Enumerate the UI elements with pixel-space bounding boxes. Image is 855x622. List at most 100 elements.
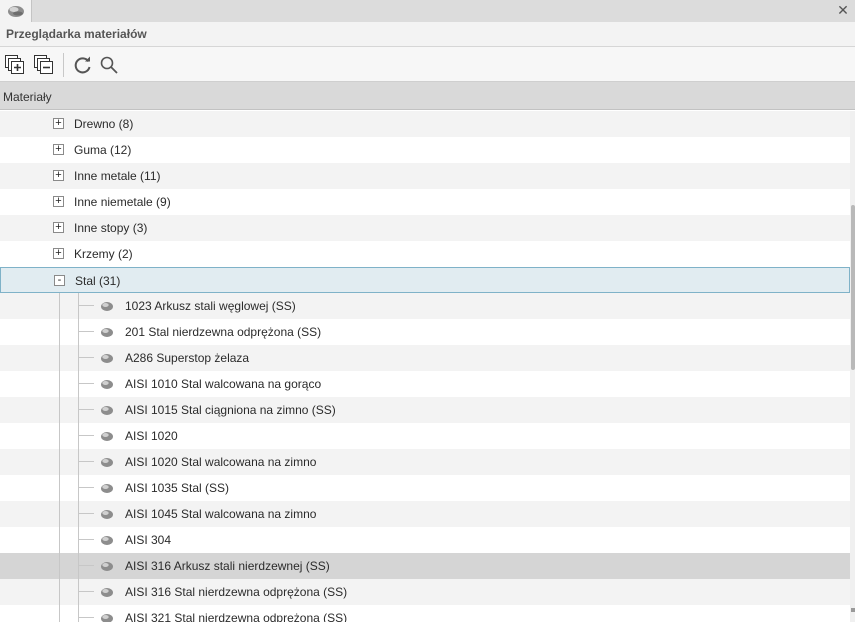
tree-node-label: Guma (12) bbox=[74, 143, 132, 157]
column-header[interactable]: Materiały bbox=[0, 82, 855, 110]
material-browser-tab[interactable] bbox=[0, 0, 32, 22]
tree-leaf-label: AISI 1045 Stal walcowana na zimno bbox=[125, 507, 317, 521]
tree-node-inne-metale[interactable]: + Inne metale (11) bbox=[0, 163, 850, 189]
tree-leaf[interactable]: AISI 1045 Stal walcowana na zimno bbox=[0, 501, 850, 527]
tree-line bbox=[79, 513, 94, 514]
tree-line bbox=[78, 579, 79, 605]
tree-node-guma[interactable]: + Guma (12) bbox=[0, 137, 850, 163]
expand-toggle-icon[interactable]: + bbox=[53, 222, 64, 233]
close-icon[interactable]: ✕ bbox=[835, 1, 851, 19]
tree-line bbox=[79, 409, 94, 410]
panel-titlebar: Przeglądarka materiałów bbox=[0, 22, 855, 47]
tree-node-label: Drewno (8) bbox=[74, 117, 134, 131]
expand-all-button[interactable] bbox=[4, 54, 26, 76]
tree-leaf[interactable]: AISI 1020 bbox=[0, 423, 850, 449]
toolbar bbox=[0, 47, 855, 82]
tree-leaf-label: AISI 1015 Stal ciągniona na zimno (SS) bbox=[125, 403, 336, 417]
tree-leaf-label: A286 Superstop żelaza bbox=[125, 351, 250, 365]
tree-leaf[interactable]: 201 Stal nierdzewna odprężona (SS) bbox=[0, 319, 850, 345]
tree-line bbox=[59, 449, 60, 475]
tree-leaf[interactable]: AISI 304 bbox=[0, 527, 850, 553]
search-icon bbox=[100, 56, 118, 74]
expand-toggle-icon[interactable]: + bbox=[53, 170, 64, 181]
tree-leaf[interactable]: AISI 1010 Stal walcowana na gorąco bbox=[0, 371, 850, 397]
expand-toggle-icon[interactable]: + bbox=[53, 196, 64, 207]
tree-line bbox=[78, 449, 79, 475]
tree-node-label: Krzemy (2) bbox=[74, 247, 133, 261]
tree-line bbox=[78, 345, 79, 371]
material-ball-icon bbox=[8, 6, 24, 17]
scroll-down-icon[interactable] bbox=[851, 608, 855, 612]
tree-leaf-label: AISI 1010 Stal walcowana na gorąco bbox=[125, 377, 322, 391]
refresh-button[interactable] bbox=[72, 54, 94, 76]
tree-line bbox=[78, 475, 79, 501]
tree-leaf[interactable]: AISI 316 Stal nierdzewna odprężona (SS) bbox=[0, 579, 850, 605]
tree-node-stal[interactable]: - Stal (31) bbox=[0, 267, 850, 293]
tree-node-label: Inne niemetale (9) bbox=[74, 195, 171, 209]
expand-toggle-icon[interactable]: + bbox=[53, 144, 64, 155]
tab-bar: ✕ bbox=[0, 0, 855, 23]
material-ball-icon bbox=[101, 432, 113, 441]
material-ball-icon bbox=[101, 614, 113, 622]
tree-leaf[interactable]: AISI 1015 Stal ciągniona na zimno (SS) bbox=[0, 397, 850, 423]
tree-line bbox=[59, 501, 60, 527]
collapse-all-icon bbox=[34, 55, 53, 74]
scrollbar-thumb[interactable] bbox=[851, 205, 855, 370]
toolbar-separator bbox=[63, 53, 64, 77]
tree-line bbox=[78, 293, 79, 319]
material-ball-icon bbox=[101, 302, 113, 311]
tree-leaf[interactable]: A286 Superstop żelaza bbox=[0, 345, 850, 371]
tree-line bbox=[79, 435, 94, 436]
tree-leaf-label: AISI 1020 bbox=[125, 429, 178, 443]
tree-node-label: Inne stopy (3) bbox=[74, 221, 148, 235]
tree-leaf-label: AISI 304 bbox=[125, 533, 172, 547]
tree-leaf-label: AISI 1035 Stal (SS) bbox=[125, 481, 230, 495]
tree-line bbox=[78, 423, 79, 449]
tree-line bbox=[59, 605, 60, 622]
material-ball-icon bbox=[101, 562, 113, 571]
tree-node-krzemy[interactable]: + Krzemy (2) bbox=[0, 241, 850, 267]
tree-leaf-label: 201 Stal nierdzewna odprężona (SS) bbox=[125, 325, 322, 339]
tree-leaf[interactable]: AISI 1020 Stal walcowana na zimno bbox=[0, 449, 850, 475]
tree-line bbox=[78, 605, 79, 622]
tree-leaf[interactable]: 1023 Arkusz stali węglowej (SS) bbox=[0, 293, 850, 319]
tree-line bbox=[78, 397, 79, 423]
material-ball-icon bbox=[101, 328, 113, 337]
tree-node-inne-niemetale[interactable]: + Inne niemetale (9) bbox=[0, 189, 850, 215]
tree-line bbox=[78, 553, 79, 579]
collapse-all-button[interactable] bbox=[33, 54, 55, 76]
tree-line bbox=[59, 293, 60, 319]
tree-line bbox=[79, 461, 94, 462]
tree-node-drewno[interactable]: + Drewno (8) bbox=[0, 111, 850, 137]
tree-leaf-label: AISI 321 Stal nierdzewna odprężona (SS) bbox=[125, 611, 348, 622]
tree-line bbox=[79, 357, 94, 358]
tree-line bbox=[78, 371, 79, 397]
tree-leaf-label: 1023 Arkusz stali węglowej (SS) bbox=[125, 299, 296, 313]
expand-toggle-icon[interactable]: + bbox=[53, 248, 64, 259]
material-ball-icon bbox=[101, 510, 113, 519]
panel-title: Przeglądarka materiałów bbox=[6, 27, 147, 41]
material-ball-icon bbox=[101, 458, 113, 467]
tree-line bbox=[78, 501, 79, 527]
tree-leaf[interactable]: AISI 1035 Stal (SS) bbox=[0, 475, 850, 501]
tree-line bbox=[79, 591, 94, 592]
tree-leaf-hovered[interactable]: AISI 316 Arkusz stali nierdzewnej (SS) bbox=[0, 553, 850, 579]
collapse-toggle-icon[interactable]: - bbox=[54, 275, 65, 286]
tree-line bbox=[78, 319, 79, 345]
materials-tree: + Drewno (8) + Guma (12) + Inne metale (… bbox=[0, 111, 850, 622]
search-button[interactable] bbox=[98, 54, 120, 76]
material-ball-icon bbox=[101, 588, 113, 597]
tree-line bbox=[59, 527, 60, 553]
tree-node-label: Stal (31) bbox=[75, 274, 121, 288]
material-ball-icon bbox=[101, 380, 113, 389]
material-ball-icon bbox=[101, 536, 113, 545]
tree-line bbox=[59, 345, 60, 371]
tree-leaf[interactable]: AISI 321 Stal nierdzewna odprężona (SS) bbox=[0, 605, 850, 622]
tree-node-inne-stopy[interactable]: + Inne stopy (3) bbox=[0, 215, 850, 241]
refresh-icon bbox=[74, 56, 91, 74]
expand-toggle-icon[interactable]: + bbox=[53, 118, 64, 129]
tree-line bbox=[79, 565, 94, 566]
tree-node-label: Inne metale (11) bbox=[74, 169, 161, 183]
tree-line bbox=[59, 475, 60, 501]
tree-leaf-label: AISI 1020 Stal walcowana na zimno bbox=[125, 455, 317, 469]
